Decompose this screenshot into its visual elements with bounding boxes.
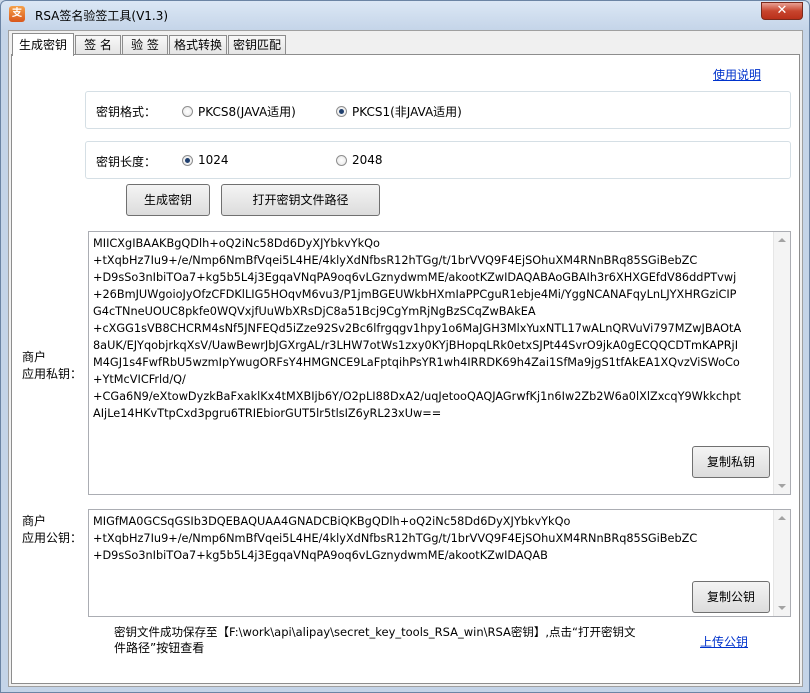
scroll-up-icon[interactable] — [778, 516, 786, 520]
scroll-down-icon[interactable] — [778, 606, 786, 610]
help-link[interactable]: 使用说明 — [713, 66, 761, 83]
radio-dot — [336, 154, 347, 166]
window-title: RSA签名验签工具(V1.3) — [35, 9, 169, 23]
radio-2048[interactable]: 2048 — [336, 153, 383, 167]
copy-public-key-button[interactable]: 复制公钥 — [692, 581, 770, 613]
app-logo-icon: 支 — [9, 6, 25, 22]
status-message: 密钥文件成功保存至【F:\work\api\alipay\secret_key_… — [114, 624, 694, 656]
upload-public-key-link[interactable]: 上传公钥 — [700, 633, 748, 650]
scroll-up-icon[interactable] — [778, 238, 786, 242]
private-key-label-line2: 应用私钥： — [22, 367, 83, 381]
key-length-group: 密钥长度： 1024 2048 — [85, 141, 791, 179]
radio-dot-checked — [182, 154, 193, 166]
open-key-path-button[interactable]: 打开密钥文件路径 — [221, 184, 380, 216]
copy-private-key-button[interactable]: 复制私钥 — [692, 446, 770, 478]
title-bar[interactable]: 支 RSA签名验签工具(V1.3) ✕ — [1, 1, 809, 29]
private-key-label: 商户 应用私钥： — [22, 349, 82, 383]
client-area: 生成密钥 签 名 验 签 格式转换 密钥匹配 使用说明 密钥格式： PKCS8(… — [8, 30, 803, 687]
tab-verify[interactable]: 验 签 — [122, 35, 168, 55]
radio-pkcs8[interactable]: PKCS8(JAVA适用) — [182, 103, 296, 120]
app-window: 支 RSA签名验签工具(V1.3) ✕ 生成密钥 签 名 验 签 格式转换 密钥… — [0, 0, 810, 693]
tab-key-match[interactable]: 密钥匹配 — [228, 35, 286, 55]
radio-pkcs1-label: PKCS1(非JAVA适用) — [352, 105, 462, 119]
tab-generate-key[interactable]: 生成密钥 — [12, 33, 74, 56]
radio-pkcs1[interactable]: PKCS1(非JAVA适用) — [336, 103, 462, 120]
generate-key-button[interactable]: 生成密钥 — [126, 184, 210, 216]
public-key-label: 商户 应用公钥： — [22, 513, 82, 547]
public-key-textarea[interactable]: MIGfMA0GCSqGSIb3DQEBAQUAA4GNADCBiQKBgQDl… — [88, 509, 791, 617]
radio-2048-label: 2048 — [352, 153, 383, 167]
private-key-label-line1: 商户 — [22, 350, 47, 364]
radio-dot-checked — [336, 106, 347, 117]
radio-1024[interactable]: 1024 — [182, 153, 229, 167]
radio-1024-label: 1024 — [198, 153, 229, 167]
generate-key-panel: 使用说明 密钥格式： PKCS8(JAVA适用) PKCS1(非JAVA适用) … — [11, 54, 800, 684]
public-key-scrollbar[interactable] — [773, 510, 790, 616]
key-length-label: 密钥长度： — [96, 155, 157, 169]
public-key-text: MIGfMA0GCSqGSIb3DQEBAQUAA4GNADCBiQKBgQDl… — [93, 515, 698, 562]
key-format-label: 密钥格式： — [96, 105, 157, 119]
public-key-label-line1: 商户 — [22, 514, 47, 528]
radio-pkcs8-label: PKCS8(JAVA适用) — [198, 105, 296, 119]
scroll-down-icon[interactable] — [778, 484, 786, 488]
tab-format-convert[interactable]: 格式转换 — [169, 35, 227, 55]
public-key-label-line2: 应用公钥： — [22, 531, 83, 545]
private-key-text: MIICXgIBAAKBgQDlh+oQ2iNc58Dd6DyXJYbkvYkQ… — [93, 237, 742, 420]
close-button[interactable]: ✕ — [761, 2, 803, 20]
status-line1: 密钥文件成功保存至【F:\work\api\alipay\secret_key_… — [114, 625, 636, 639]
tab-sign[interactable]: 签 名 — [75, 35, 121, 55]
key-format-group: 密钥格式： PKCS8(JAVA适用) PKCS1(非JAVA适用) — [85, 91, 791, 129]
status-line2: 件路径”按钮查看 — [114, 641, 205, 655]
private-key-scrollbar[interactable] — [773, 232, 790, 494]
radio-dot — [182, 106, 193, 117]
private-key-textarea[interactable]: MIICXgIBAAKBgQDlh+oQ2iNc58Dd6DyXJYbkvYkQ… — [88, 231, 791, 495]
